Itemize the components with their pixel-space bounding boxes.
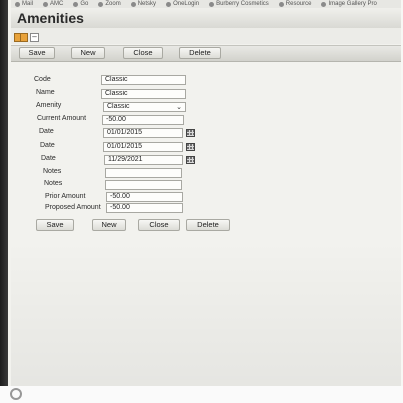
date-label: Date	[39, 128, 54, 135]
current-amount-field[interactable]: -50.00	[102, 115, 184, 125]
date-label: Date	[40, 142, 55, 149]
notes-label: Notes	[43, 168, 62, 175]
bottom-action-toolbar: Save New Close Delete	[36, 219, 236, 231]
delete-button[interactable]: Delete	[186, 219, 230, 231]
empty-content-area	[11, 240, 401, 386]
notes-field[interactable]	[105, 168, 182, 178]
screen: Mail AMC Go Zoom Netsky OneLogin Burberr…	[3, 0, 401, 403]
date-field[interactable]: 01/01/2015	[103, 128, 183, 138]
bookmark-item[interactable]: Go	[73, 1, 88, 7]
bookmark-item[interactable]: Resource	[278, 1, 311, 7]
chevron-down-icon: ⌄	[176, 104, 182, 111]
bookmark-icon	[209, 1, 215, 7]
calendar-icon[interactable]	[186, 156, 195, 164]
current-amount-label: Current Amount	[37, 115, 87, 122]
delete-button[interactable]: Delete	[179, 47, 221, 59]
action-toolbar: Save New Close Delete	[11, 45, 401, 62]
calendar-icon[interactable]	[186, 143, 195, 151]
code-label: Code	[34, 76, 51, 83]
bookmark-icon	[73, 1, 79, 7]
refresh-icon	[10, 388, 22, 400]
bookmark-item[interactable]: Netsky	[130, 1, 156, 7]
name-label: Name	[36, 89, 55, 96]
bookmark-icon	[98, 1, 104, 7]
code-field[interactable]: Classic	[101, 75, 186, 85]
date-field[interactable]: 11/29/2021	[104, 155, 183, 165]
name-field[interactable]: Classic	[101, 89, 186, 99]
monitor-bezel	[0, 0, 8, 403]
amenity-select-value: Classic	[107, 103, 130, 110]
save-button[interactable]: Save	[19, 47, 55, 59]
proposed-amount-label: Proposed Amount	[45, 204, 101, 211]
bookmark-item[interactable]: Mail	[15, 1, 33, 7]
prior-amount-field[interactable]: -50.00	[106, 192, 183, 202]
calendar-icon[interactable]	[186, 129, 195, 137]
close-button[interactable]: Close	[123, 47, 163, 59]
bookmark-icon	[130, 1, 136, 7]
date-label: Date	[41, 155, 56, 162]
bookmark-icon	[166, 1, 172, 7]
prior-amount-label: Prior Amount	[45, 193, 86, 200]
page-title: Amenities	[17, 10, 84, 26]
bookmark-icon	[15, 1, 20, 7]
close-button[interactable]: Close	[138, 219, 180, 231]
icon-toolbar	[11, 28, 401, 44]
notes-label: Notes	[44, 180, 63, 187]
grid-view-icon[interactable]	[14, 33, 28, 42]
bookmark-icon	[43, 1, 49, 7]
bookmark-icon	[321, 1, 327, 7]
bookmark-item[interactable]: Image Gallery Pro	[321, 1, 377, 7]
bookmark-icon	[278, 1, 284, 7]
bookmark-item[interactable]: Zoom	[98, 1, 121, 7]
save-button[interactable]: Save	[36, 219, 74, 231]
new-button[interactable]: New	[92, 219, 126, 231]
minus-icon[interactable]: –	[30, 33, 39, 42]
amenity-label: Amenity	[36, 102, 62, 109]
proposed-amount-field[interactable]: -50.00	[106, 203, 183, 213]
date-field[interactable]: 01/01/2015	[103, 142, 183, 152]
window-titlebar: Amenities	[11, 8, 401, 29]
new-button[interactable]: New	[71, 47, 105, 59]
bookmark-item[interactable]: Burberry Cosmetics	[209, 1, 269, 7]
notes-field[interactable]	[105, 180, 182, 190]
bookmark-item[interactable]: AMC	[43, 1, 63, 7]
bookmark-item[interactable]: OneLogin	[166, 1, 199, 7]
monitor-bezel-bottom	[0, 386, 403, 403]
amenity-select[interactable]: Classic ⌄	[103, 102, 186, 112]
